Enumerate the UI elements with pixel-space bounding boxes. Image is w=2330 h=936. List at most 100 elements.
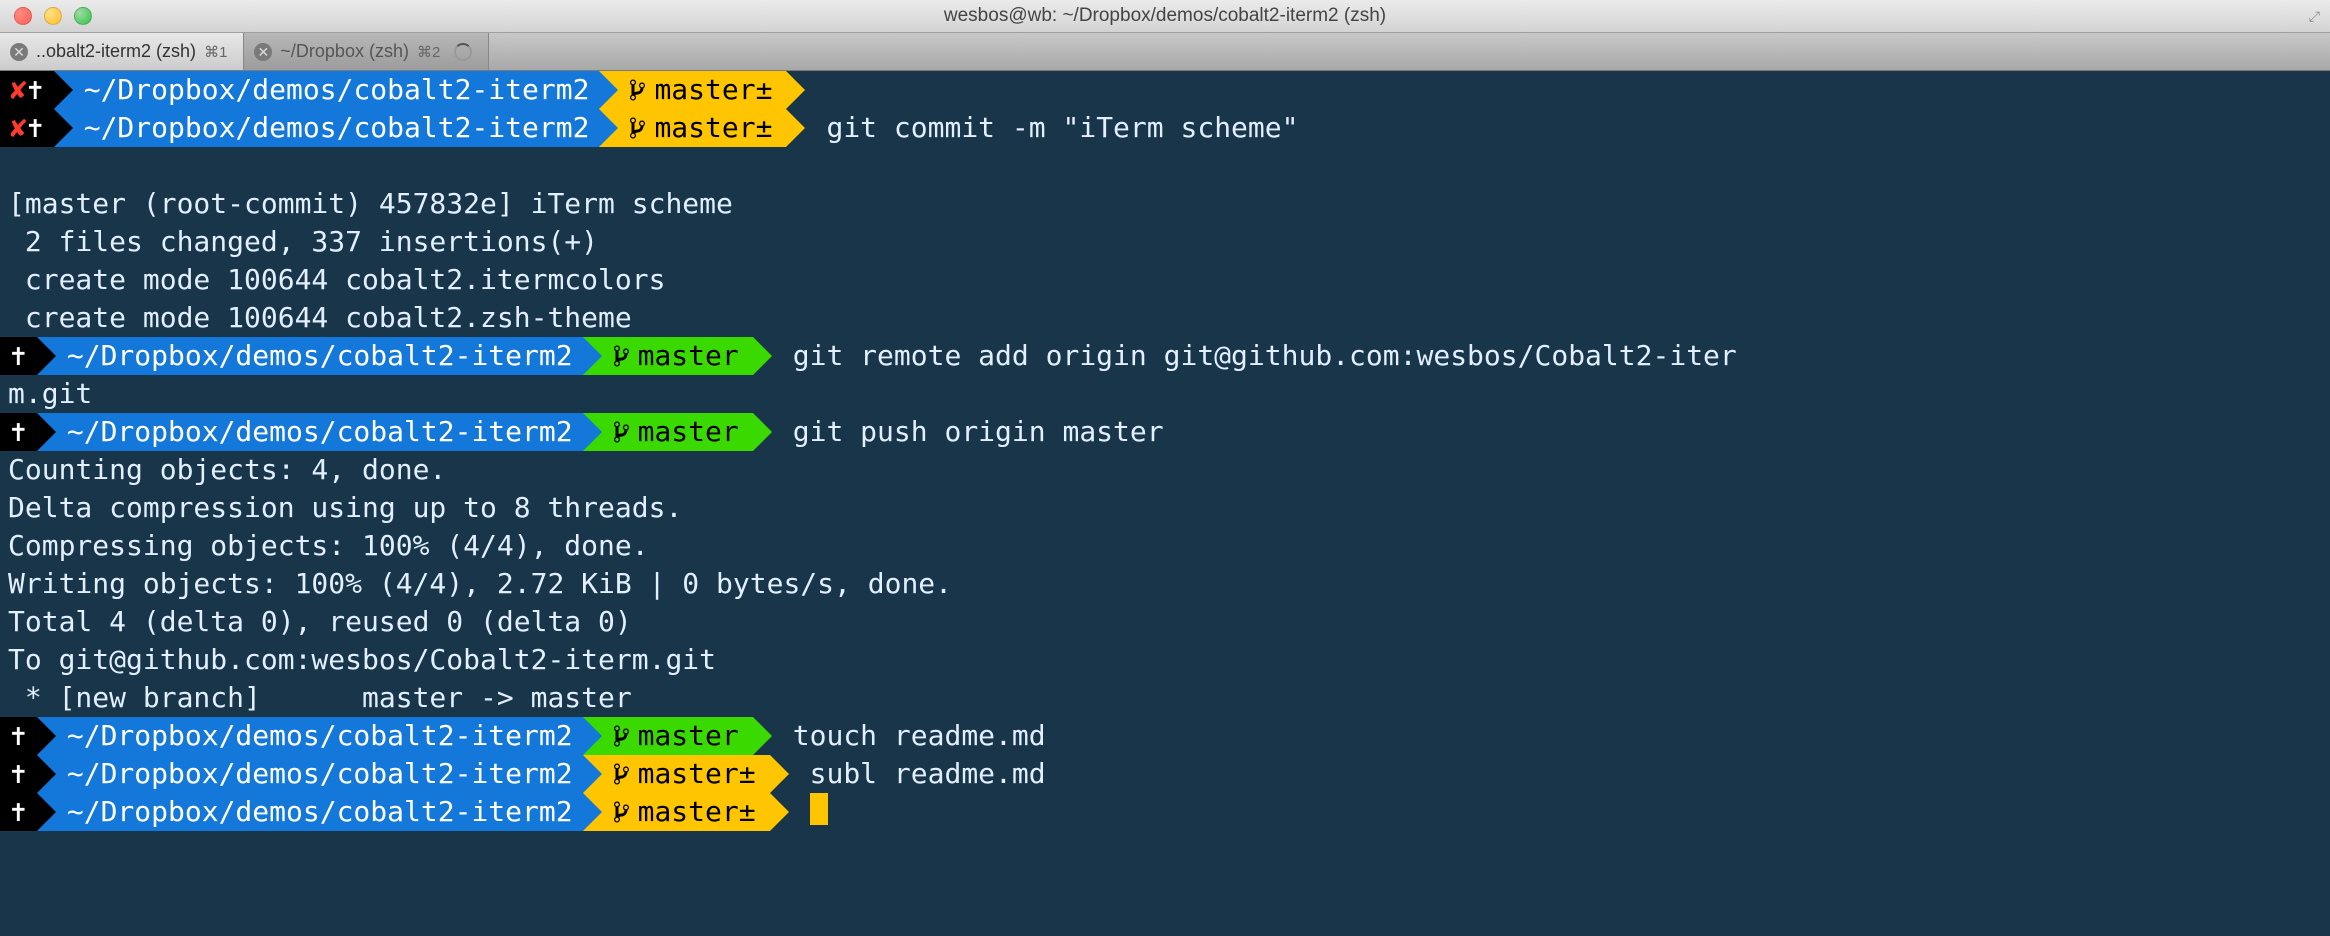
git-branch-icon xyxy=(613,344,630,368)
command-text: git commit -m "iTerm scheme" xyxy=(786,109,1298,147)
tab-label: ~/Dropbox (zsh) xyxy=(280,41,409,62)
output-line: * [new branch] master -> master xyxy=(0,679,2330,717)
status-segment: ✘ ✝ xyxy=(0,109,54,147)
git-branch-segment: master xyxy=(583,413,753,451)
output-text: create mode 100644 cobalt2.zsh-theme xyxy=(0,299,632,337)
close-tab-icon[interactable]: ✕ xyxy=(10,43,28,61)
output-text: To git@github.com:wesbos/Cobalt2-iterm.g… xyxy=(0,641,716,679)
prompt-line: ✘ ✝~/Dropbox/demos/cobalt2-iterm2master± xyxy=(0,71,2330,109)
superuser-cross-icon: ✝ xyxy=(10,717,27,755)
status-segment: ✝ xyxy=(0,717,37,755)
blank-line xyxy=(0,147,2330,185)
minimize-window-button[interactable] xyxy=(44,7,62,25)
git-branch-icon xyxy=(613,800,630,824)
output-line: To git@github.com:wesbos/Cobalt2-iterm.g… xyxy=(0,641,2330,679)
git-dirty-indicator: ± xyxy=(756,109,773,147)
loading-spinner-icon xyxy=(454,43,472,61)
output-text: m.git xyxy=(0,375,92,413)
output-line: create mode 100644 cobalt2.zsh-theme xyxy=(0,299,2330,337)
output-text: Compressing objects: 100% (4/4), done. xyxy=(0,527,649,565)
git-branch-name: master xyxy=(638,413,739,451)
git-branch-name: master xyxy=(638,717,739,755)
status-segment: ✝ xyxy=(0,755,37,793)
git-branch-icon xyxy=(629,116,646,140)
path-segment: ~/Dropbox/demos/cobalt2-iterm2 xyxy=(37,717,583,755)
git-branch-name: master xyxy=(654,109,755,147)
git-branch-segment: master± xyxy=(599,109,786,147)
output-text: [master (root-commit) 457832e] iTerm sch… xyxy=(0,185,733,223)
path-segment: ~/Dropbox/demos/cobalt2-iterm2 xyxy=(37,755,583,793)
superuser-cross-icon: ✝ xyxy=(10,755,27,793)
git-branch-name: master xyxy=(654,71,755,109)
prompt-line: ✝ ~/Dropbox/demos/cobalt2-iterm2 master tou… xyxy=(0,717,2330,755)
status-segment: ✝ xyxy=(0,337,37,375)
output-line: 2 files changed, 337 insertions(+) xyxy=(0,223,2330,261)
window-title: wesbos@wb: ~/Dropbox/demos/cobalt2-iterm… xyxy=(944,5,1386,27)
git-branch-name: master xyxy=(638,755,739,793)
tab-label: ..obalt2-iterm2 (zsh) xyxy=(36,41,196,62)
git-branch-icon xyxy=(613,420,630,444)
output-line: Total 4 (delta 0), reused 0 (delta 0) xyxy=(0,603,2330,641)
output-text: Total 4 (delta 0), reused 0 (delta 0) xyxy=(0,603,632,641)
error-x-icon: ✘ xyxy=(10,109,27,147)
output-text: Delta compression using up to 8 threads. xyxy=(0,489,682,527)
superuser-cross-icon: ✝ xyxy=(27,71,44,109)
git-dirty-indicator: ± xyxy=(739,793,756,831)
command-text: subl readme.md xyxy=(770,755,1046,793)
output-line: create mode 100644 cobalt2.itermcolors xyxy=(0,261,2330,299)
git-branch-icon xyxy=(613,762,630,786)
command-text: git push origin master xyxy=(753,413,1164,451)
terminal-viewport[interactable]: ✘ ✝~/Dropbox/demos/cobalt2-iterm2master±… xyxy=(0,71,2330,831)
output-text: create mode 100644 cobalt2.itermcolors xyxy=(0,261,665,299)
close-window-button[interactable] xyxy=(14,7,32,25)
git-dirty-indicator: ± xyxy=(756,71,773,109)
traffic-lights xyxy=(0,7,92,25)
git-branch-segment: master xyxy=(583,717,753,755)
path-segment: ~/Dropbox/demos/cobalt2-iterm2 xyxy=(37,793,583,831)
path-segment: ~/Dropbox/demos/cobalt2-iterm2 xyxy=(54,71,600,109)
status-segment: ✝ xyxy=(0,413,37,451)
path-segment: ~/Dropbox/demos/cobalt2-iterm2 xyxy=(37,337,583,375)
terminal-cursor[interactable] xyxy=(810,793,828,825)
tab-shortcut: ⌘1 xyxy=(204,43,227,61)
output-line: Writing objects: 100% (4/4), 2.72 KiB | … xyxy=(0,565,2330,603)
tab-bar: ✕ ..obalt2-iterm2 (zsh) ⌘1 ✕ ~/Dropbox (… xyxy=(0,33,2330,71)
status-segment: ✘ ✝ xyxy=(0,71,54,109)
git-branch-name: master xyxy=(638,337,739,375)
status-segment: ✝ xyxy=(0,793,37,831)
output-line: m.git xyxy=(0,375,2330,413)
prompt-line: ✘ ✝~/Dropbox/demos/cobalt2-iterm2master±… xyxy=(0,109,2330,147)
window-titlebar: wesbos@wb: ~/Dropbox/demos/cobalt2-iterm… xyxy=(0,0,2330,33)
output-text: 2 files changed, 337 insertions(+) xyxy=(0,223,598,261)
git-branch-icon xyxy=(629,78,646,102)
command-text: touch readme.md xyxy=(753,717,1046,755)
tab-shortcut: ⌘2 xyxy=(417,43,440,61)
prompt-line: ✝ ~/Dropbox/demos/cobalt2-iterm2 master± su… xyxy=(0,755,2330,793)
prompt-line: ✝~/Dropbox/demos/cobalt2-iterm2master± xyxy=(0,793,2330,831)
output-text: * [new branch] master -> master xyxy=(0,679,632,717)
output-text: Writing objects: 100% (4/4), 2.72 KiB | … xyxy=(0,565,952,603)
git-dirty-indicator: ± xyxy=(739,755,756,793)
git-branch-segment: master xyxy=(583,337,753,375)
superuser-cross-icon: ✝ xyxy=(10,337,27,375)
prompt-line: ✝ ~/Dropbox/demos/cobalt2-iterm2 master git… xyxy=(0,337,2330,375)
output-text: Counting objects: 4, done. xyxy=(0,451,446,489)
command-text: git remote add origin git@github.com:wes… xyxy=(753,337,1737,375)
zoom-window-button[interactable] xyxy=(74,7,92,25)
tab-2[interactable]: ✕ ~/Dropbox (zsh) ⌘2 xyxy=(244,33,489,70)
git-branch-segment: master± xyxy=(599,71,786,109)
output-line: Counting objects: 4, done. xyxy=(0,451,2330,489)
output-line: Delta compression using up to 8 threads. xyxy=(0,489,2330,527)
output-line: Compressing objects: 100% (4/4), done. xyxy=(0,527,2330,565)
git-branch-icon xyxy=(613,724,630,748)
output-line: [master (root-commit) 457832e] iTerm sch… xyxy=(0,185,2330,223)
superuser-cross-icon: ✝ xyxy=(10,793,27,831)
tab-1[interactable]: ✕ ..obalt2-iterm2 (zsh) ⌘1 xyxy=(0,33,244,70)
git-branch-segment: master± xyxy=(583,793,770,831)
superuser-cross-icon: ✝ xyxy=(10,413,27,451)
maximize-icon[interactable]: ⤢ xyxy=(2309,8,2320,25)
path-segment: ~/Dropbox/demos/cobalt2-iterm2 xyxy=(37,413,583,451)
git-branch-name: master xyxy=(638,793,739,831)
close-tab-icon[interactable]: ✕ xyxy=(254,43,272,61)
prompt-line: ✝ ~/Dropbox/demos/cobalt2-iterm2 master git… xyxy=(0,413,2330,451)
